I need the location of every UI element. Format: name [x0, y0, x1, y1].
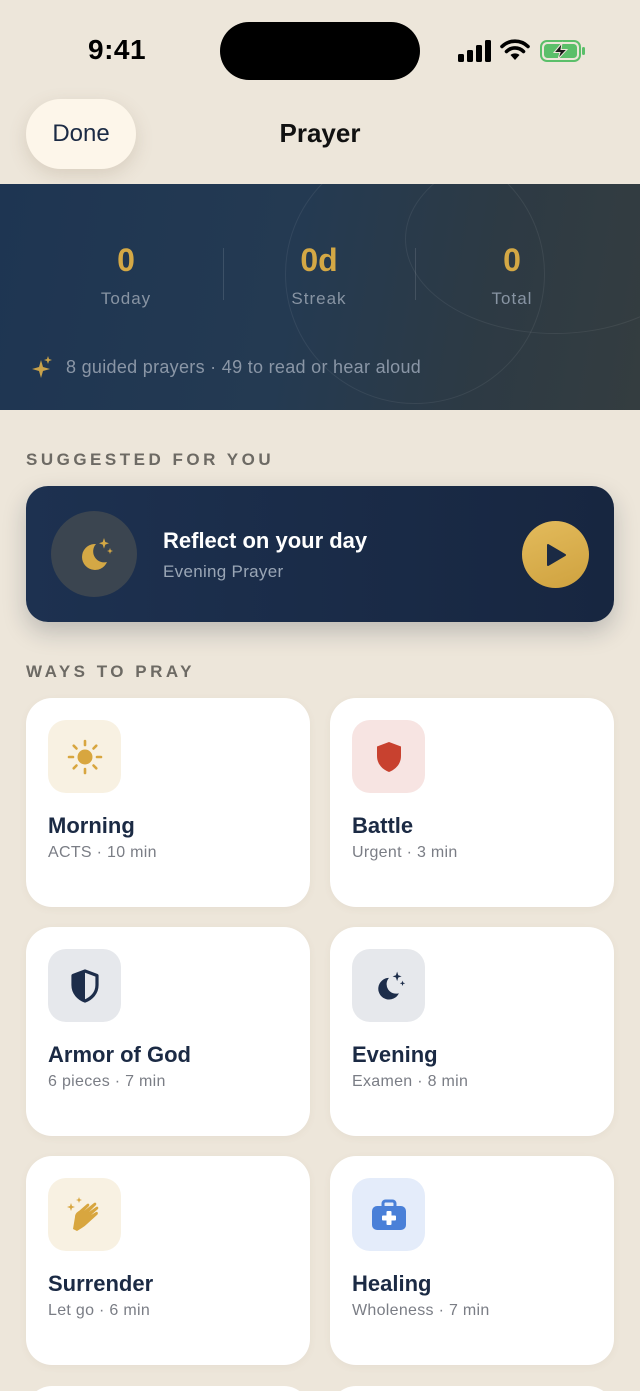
sparkle-icon — [32, 356, 52, 378]
stat-total-value: 0 — [503, 242, 521, 278]
prayer-card-title: Armor of God — [48, 1042, 191, 1067]
moon-stars-icon — [377, 971, 405, 999]
stat-total: 0 Total — [422, 242, 602, 309]
suggested-heading: SUGGESTED FOR YOU — [26, 450, 275, 469]
prayer-card-evening[interactable]: Evening Examen · 8 min — [330, 927, 614, 1136]
status-time: 9:41 — [88, 34, 147, 65]
prayer-card-next[interactable] — [26, 1386, 310, 1391]
suggested-title: Reflect on your day — [163, 528, 368, 553]
moon-stars-icon — [82, 538, 113, 570]
cellular-signal-icon — [458, 40, 491, 62]
prayer-card-title: Morning — [48, 813, 135, 838]
prayer-card-title: Surrender — [48, 1271, 154, 1296]
prayer-card-next[interactable] — [330, 1386, 614, 1391]
dynamic-island — [220, 22, 420, 80]
praying-hands-icon — [66, 1196, 98, 1231]
prayer-card-subtitle: Urgent · 3 min — [352, 844, 458, 861]
healing-icon-badge — [352, 1178, 425, 1251]
prayer-card-subtitle: Examen · 8 min — [352, 1073, 469, 1090]
surrender-icon-badge — [48, 1178, 121, 1251]
stat-streak-value: 0d — [300, 242, 338, 278]
battery-charging-icon — [540, 40, 585, 62]
prayer-card-surrender[interactable]: Surrender Let go · 6 min — [26, 1156, 310, 1365]
wifi-icon — [500, 39, 530, 60]
ways-heading: WAYS TO PRAY — [26, 662, 195, 681]
stat-total-label: Total — [491, 289, 533, 308]
prayer-card-morning[interactable]: Morning ACTS · 10 min — [26, 698, 310, 907]
prayer-card-battle[interactable]: Battle Urgent · 3 min — [330, 698, 614, 907]
armor-icon-badge — [48, 949, 121, 1022]
prayer-card-armor-of-god[interactable]: Armor of God 6 pieces · 7 min — [26, 927, 310, 1136]
play-icon — [546, 543, 566, 566]
armor-shield-icon — [70, 968, 99, 1003]
suggested-subtitle: Evening Prayer — [163, 562, 284, 581]
prayer-card-title: Battle — [352, 813, 414, 838]
morning-icon-badge — [48, 720, 121, 793]
prayer-card-healing[interactable]: Healing Wholeness · 7 min — [330, 1156, 614, 1365]
play-button[interactable] — [522, 521, 589, 588]
page-title: Prayer — [279, 118, 361, 148]
prayer-card-title: Evening — [352, 1042, 438, 1067]
prayer-card-subtitle: Let go · 6 min — [48, 1302, 151, 1319]
battle-icon-badge — [352, 720, 425, 793]
suggested-icon-badge — [51, 511, 137, 597]
stat-divider — [415, 248, 416, 300]
status-bar: 9:41 — [0, 0, 640, 100]
stat-today: 0 Today — [36, 242, 216, 309]
banner-note: 8 guided prayers · 49 to read or hear al… — [32, 356, 421, 378]
stats-banner: 0 Today 0d Streak 0 Total 8 guided praye… — [0, 184, 640, 410]
prayer-card-subtitle: Wholeness · 7 min — [352, 1302, 490, 1319]
stat-streak: 0d Streak — [229, 242, 409, 309]
stat-streak-label: Streak — [291, 289, 347, 308]
shield-icon — [376, 741, 401, 772]
stat-today-value: 0 — [117, 242, 135, 278]
medical-kit-icon — [371, 1199, 406, 1230]
prayer-card-subtitle: ACTS · 10 min — [48, 844, 157, 861]
stat-divider — [223, 248, 224, 300]
banner-note-text: 8 guided prayers · 49 to read or hear al… — [66, 356, 422, 377]
evening-icon-badge — [352, 949, 425, 1022]
prayer-card-title: Healing — [352, 1271, 432, 1296]
suggested-prayer-card[interactable]: Reflect on your day Evening Prayer — [26, 486, 614, 622]
stat-today-label: Today — [100, 289, 152, 308]
prayer-card-subtitle: 6 pieces · 7 min — [48, 1073, 166, 1090]
sun-icon — [67, 739, 102, 774]
